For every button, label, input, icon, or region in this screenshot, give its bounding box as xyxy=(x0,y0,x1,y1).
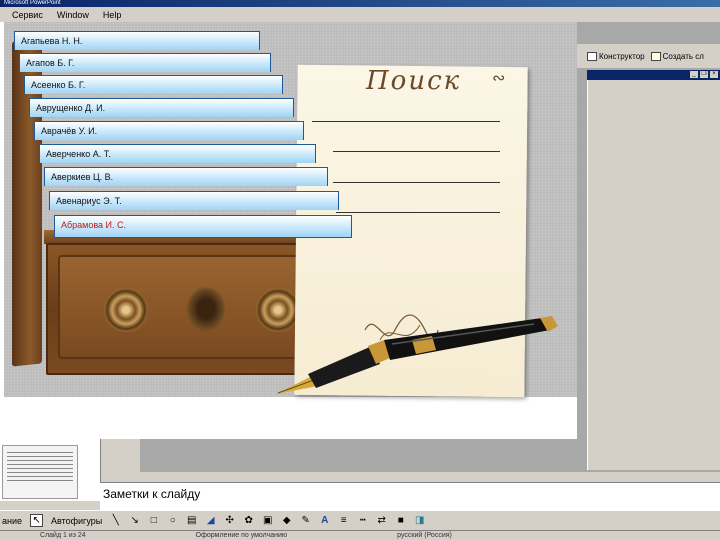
slide-thumbnail-pane xyxy=(0,439,101,501)
window-titlebar: Microsoft PowerPoint xyxy=(0,0,720,7)
left-rosette-ornament xyxy=(104,288,148,332)
designer-button[interactable]: Конструктор xyxy=(587,51,645,61)
status-bar: Слайд 1 из 24 Оформление по умолчанию ру… xyxy=(0,530,720,540)
diagram-icon[interactable]: ✣ xyxy=(224,515,235,526)
search-field-line[interactable] xyxy=(333,151,500,152)
wordart-icon[interactable]: ◢ xyxy=(205,515,216,526)
textbox-icon[interactable]: ▤ xyxy=(186,515,197,526)
paper-title: Поиск xyxy=(366,66,462,96)
status-slide-count: Слайд 1 из 24 xyxy=(40,532,86,539)
catalog-card[interactable]: Авенариус Э. Т. xyxy=(49,191,339,210)
dash-style-icon[interactable]: ┅ xyxy=(357,515,368,526)
catalog-card-label: Аверченко А. Т. xyxy=(46,149,111,159)
arrow-style-icon[interactable]: ⇄ xyxy=(376,515,387,526)
menu-window[interactable]: Window xyxy=(57,10,89,20)
secondary-window-area: Конструктор Создать сл _ ❐ × xyxy=(577,22,720,472)
arrow-icon[interactable]: ↘ xyxy=(129,515,140,526)
new-slide-label: Создать сл xyxy=(662,51,704,61)
oval-icon[interactable]: ○ xyxy=(167,515,178,526)
search-field-line[interactable] xyxy=(312,121,500,122)
status-language: русский (Россия) xyxy=(397,532,452,539)
drawing-toolbar: ание ↖ Автофигуры ╲ ↘ □ ○ ▤ ◢ ✣ ✿ ▣ ◆ ✎ … xyxy=(0,510,720,530)
catalog-card-label: Абрамова И. С. xyxy=(61,220,127,230)
inner-window-panel xyxy=(587,80,720,470)
select-arrow-icon[interactable]: ↖ xyxy=(30,514,44,527)
autoshapes-menu[interactable]: Автофигуры xyxy=(51,516,102,526)
fill-color-icon[interactable]: ◆ xyxy=(281,515,292,526)
paper-corner-flourish-icon: ∾ xyxy=(492,68,506,87)
shadow-icon[interactable]: ■ xyxy=(395,515,406,526)
right-toolbar: Конструктор Создать сл xyxy=(577,44,720,68)
catalog-card[interactable]: Аврачёв У. И. xyxy=(34,121,304,140)
search-field-line[interactable] xyxy=(336,212,500,213)
status-design: Оформление по умолчанию xyxy=(195,532,288,539)
slide-thumbnail[interactable] xyxy=(2,445,78,499)
menu-bar: Сервис Window Help xyxy=(0,7,720,22)
workspace-background xyxy=(140,439,577,472)
catalog-card-label: Аврущенко Д. И. xyxy=(36,103,106,113)
clipart-icon[interactable]: ✿ xyxy=(243,515,254,526)
menu-tools[interactable]: Сервис xyxy=(12,10,43,20)
line-icon[interactable]: ╲ xyxy=(110,515,121,526)
search-field-line[interactable] xyxy=(333,182,500,183)
fountain-pen-icon xyxy=(276,316,558,394)
catalog-card-label: Агапов Б. Г. xyxy=(26,58,75,68)
catalog-card-label: Аверкиев Ц. В. xyxy=(51,172,114,182)
catalog-card[interactable]: Аврущенко Д. И. xyxy=(29,98,294,117)
3d-icon[interactable]: ◨ xyxy=(414,515,425,526)
line-style-icon[interactable]: ≡ xyxy=(338,515,349,526)
catalog-card-label: Аврачёв У. И. xyxy=(41,126,98,136)
notes-placeholder: Заметки к слайду xyxy=(103,487,201,501)
line-color-icon[interactable]: ✎ xyxy=(300,515,311,526)
rectangle-icon[interactable]: □ xyxy=(148,515,159,526)
catalog-card[interactable]: Асеенко Б. Г. xyxy=(24,75,283,94)
catalog-card[interactable]: Агапьева Н. Н. xyxy=(14,31,260,50)
window-title: Microsoft PowerPoint xyxy=(4,0,61,6)
draw-menu[interactable]: ание xyxy=(2,516,22,526)
minimize-button[interactable]: _ xyxy=(690,71,698,78)
catalog-card[interactable]: Агапов Б. Г. xyxy=(19,53,271,72)
restore-button[interactable]: ❐ xyxy=(700,71,708,78)
close-button[interactable]: × xyxy=(710,71,718,78)
menu-help[interactable]: Help xyxy=(103,10,122,20)
thumbnail-text-lines xyxy=(7,452,73,482)
catalog-card[interactable]: Аверченко А. Т. xyxy=(39,144,316,163)
catalog-card[interactable]: Аверкиев Ц. В. xyxy=(44,167,328,186)
new-slide-button[interactable]: Создать сл xyxy=(650,51,704,61)
catalog-card-label: Авенариус Э. Т. xyxy=(56,196,122,206)
catalog-card-selected[interactable]: Абрамова И. С. xyxy=(54,215,352,238)
picture-icon[interactable]: ▣ xyxy=(262,515,273,526)
box-handle xyxy=(186,286,226,332)
font-color-icon[interactable]: A xyxy=(319,515,330,526)
notes-pane[interactable]: Заметки к слайду xyxy=(100,482,720,510)
catalog-card-label: Асеенко Б. Г. xyxy=(31,80,86,90)
designer-icon xyxy=(587,51,597,61)
designer-label: Конструктор xyxy=(599,51,645,61)
catalog-card-label: Агапьева Н. Н. xyxy=(21,36,83,46)
inner-window-titlebar: _ ❐ × xyxy=(587,70,720,80)
new-slide-icon xyxy=(650,51,661,61)
